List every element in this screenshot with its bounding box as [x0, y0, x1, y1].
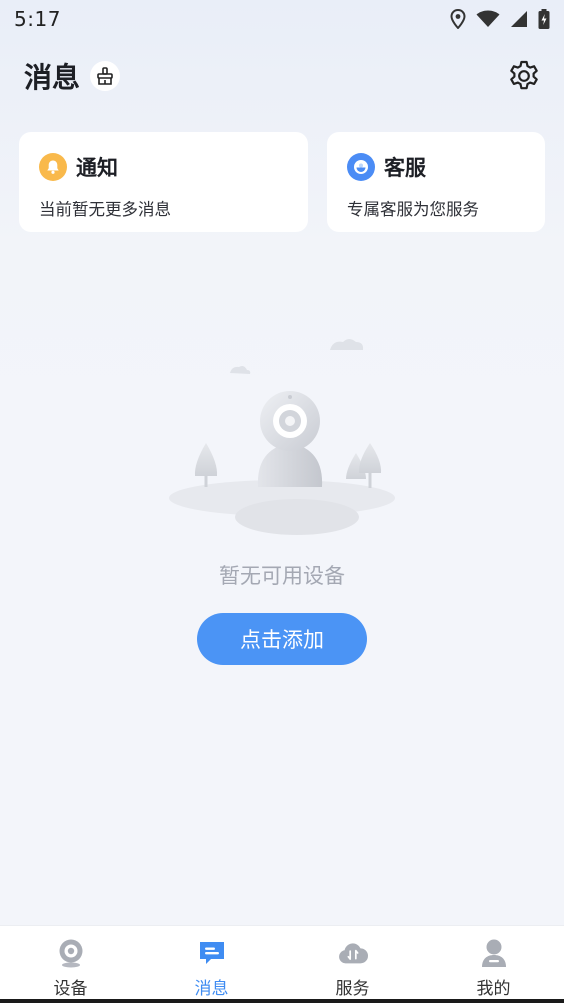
wifi-icon: [476, 10, 500, 27]
bell-icon: [39, 153, 67, 181]
tab-devices-label: 设备: [53, 979, 88, 999]
bottom-tab-bar: 设备 消息 服务 我的: [0, 925, 564, 1004]
clear-messages-button[interactable]: [90, 61, 121, 91]
notification-card-subtitle: 当前暂无更多消息: [39, 200, 171, 219]
profile-icon: [479, 938, 509, 968]
cloud-service-icon: [338, 938, 368, 968]
notification-card-header: 通知: [39, 152, 288, 182]
tab-services-label: 服务: [335, 979, 370, 999]
system-navigation-bar: [0, 999, 564, 1003]
tab-devices[interactable]: 设备: [0, 926, 141, 1004]
tab-messages-label: 消息: [194, 979, 229, 999]
empty-state-text: 暂无可用设备: [219, 564, 345, 588]
headset-icon: [347, 153, 375, 181]
tab-services[interactable]: 服务: [282, 926, 423, 1004]
page-header: 消息: [0, 52, 564, 100]
tab-profile[interactable]: 我的: [423, 926, 564, 1004]
settings-button[interactable]: [506, 58, 542, 94]
status-bar: 5:17: [0, 0, 564, 38]
tab-profile-label: 我的: [476, 979, 511, 999]
notification-card[interactable]: 通知 当前暂无更多消息: [19, 132, 308, 232]
customer-service-card-subtitle: 专属客服为您服务: [347, 200, 479, 219]
notification-card-title: 通知: [76, 156, 118, 180]
status-time: 5:17: [14, 7, 61, 31]
tab-messages[interactable]: 消息: [141, 926, 282, 1004]
add-device-button[interactable]: 点击添加: [197, 613, 367, 665]
message-icon: [197, 938, 227, 968]
customer-service-card[interactable]: 客服 专属客服为您服务: [327, 132, 545, 232]
camera-icon: [56, 938, 86, 968]
battery-charging-icon: [538, 9, 550, 29]
status-icons: [450, 9, 550, 29]
page-title: 消息: [24, 61, 81, 94]
location-icon: [450, 9, 466, 29]
cellular-signal-icon: [511, 11, 527, 27]
broom-icon: [97, 67, 113, 85]
customer-service-card-title: 客服: [384, 156, 426, 180]
empty-device-illustration: [169, 339, 395, 535]
customer-service-card-header: 客服: [347, 152, 525, 182]
gear-icon: [510, 60, 538, 90]
